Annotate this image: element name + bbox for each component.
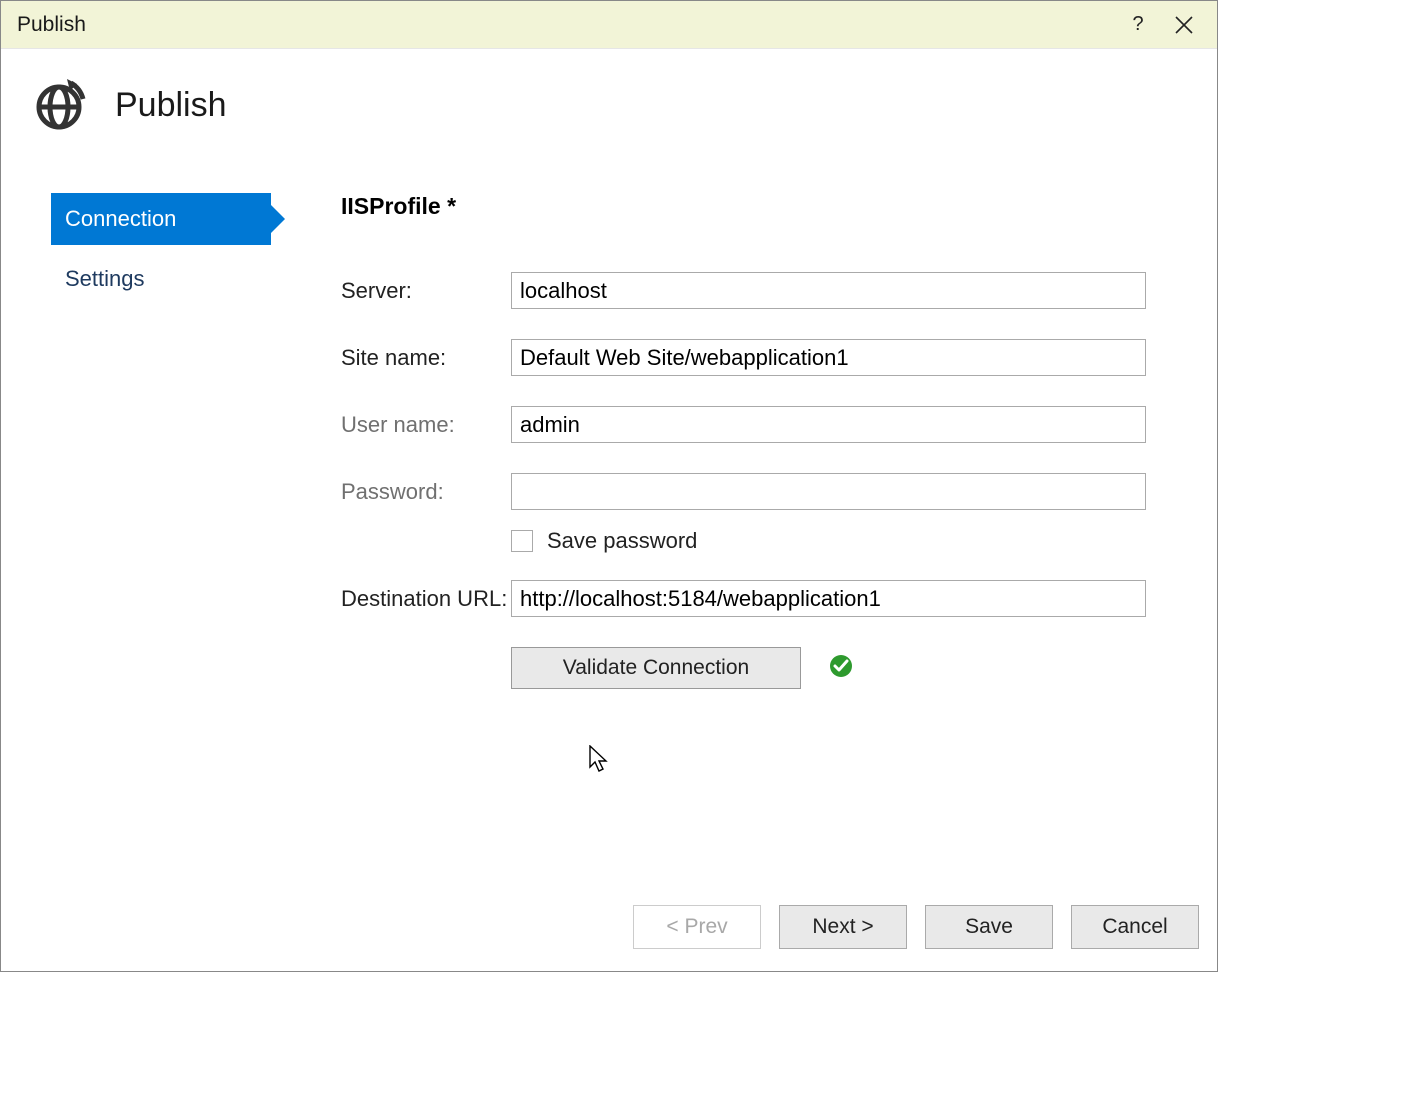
password-input[interactable] [511,473,1146,510]
site-input[interactable] [511,339,1146,376]
site-row: Site name: [341,339,1157,376]
destination-input[interactable] [511,580,1146,617]
password-label: Password: [341,479,511,505]
validation-success-icon [829,654,853,683]
prev-button[interactable]: < Prev [633,905,761,949]
globe-publish-icon [31,77,87,133]
password-row: Password: [341,473,1157,510]
site-label: Site name: [341,345,511,371]
user-row: User name: [341,406,1157,443]
server-input[interactable] [511,272,1146,309]
validate-row: Validate Connection [511,647,1157,689]
sidebar-item-label: Connection [65,206,176,232]
dialog-body: Connection Settings IISProfile * Server:… [1,133,1217,905]
close-button[interactable] [1161,2,1207,48]
close-icon [1175,16,1193,34]
destination-row: Destination URL: [341,580,1157,617]
save-password-label: Save password [547,528,697,554]
dialog-footer: < Prev Next > Save Cancel [1,905,1217,971]
destination-label: Destination URL: [341,586,511,612]
profile-name: IISProfile * [341,193,1157,220]
sidebar-item-label: Settings [65,266,145,292]
main-panel: IISProfile * Server: Site name: User nam… [281,193,1217,905]
server-row: Server: [341,272,1157,309]
window-title: Publish [17,13,1115,37]
server-label: Server: [341,278,511,304]
user-input[interactable] [511,406,1146,443]
sidebar-item-settings[interactable]: Settings [51,253,271,305]
cancel-button[interactable]: Cancel [1071,905,1199,949]
sidebar: Connection Settings [1,193,281,905]
publish-dialog: Publish ? Publish Connection [0,0,1218,972]
page-title: Publish [115,86,227,125]
dialog-header: Publish [1,49,1217,133]
save-password-row: Save password [511,528,1157,554]
save-button[interactable]: Save [925,905,1053,949]
user-label: User name: [341,412,511,438]
next-button[interactable]: Next > [779,905,907,949]
validate-connection-button[interactable]: Validate Connection [511,647,801,689]
sidebar-item-connection[interactable]: Connection [51,193,271,245]
save-password-checkbox[interactable] [511,530,533,552]
titlebar: Publish ? [1,1,1217,49]
help-button[interactable]: ? [1115,2,1161,48]
